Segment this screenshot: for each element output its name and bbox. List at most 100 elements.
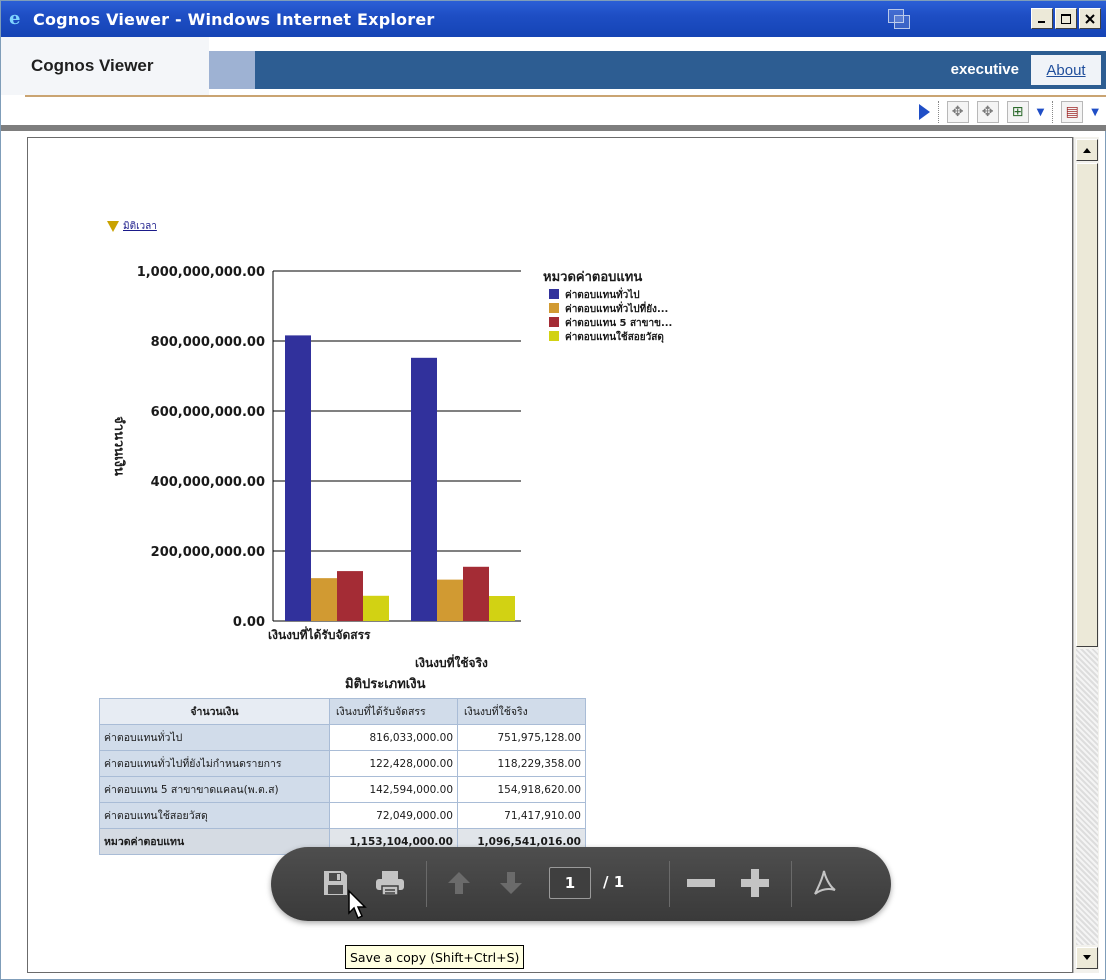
report-toolbar: ✥ ✥ ⊞ ▼ ▤ ▼	[1, 97, 1106, 131]
report-filter: มิติเวลา	[107, 219, 157, 234]
x-category-label: เงินงบที่ได้รับจัดสรร	[268, 626, 371, 642]
close-icon	[1085, 13, 1095, 24]
mouse-cursor-icon	[348, 889, 367, 920]
legend-swatch	[549, 289, 559, 299]
plus-icon	[741, 869, 769, 897]
chart-bar	[363, 595, 389, 621]
chart-bar	[311, 578, 337, 621]
page-number-input[interactable]: 1	[549, 867, 591, 899]
table-header-row: จำนวนเงิน เงินงบที่ได้รับจัดสรร เงินงบที…	[99, 698, 586, 725]
print-button[interactable]	[369, 867, 411, 899]
app-title: Cognos Viewer	[1, 37, 209, 95]
table-cell: 751,975,128.00	[457, 724, 586, 751]
scrollbar-thumb[interactable]	[1076, 163, 1098, 647]
row-header[interactable]: ค่าตอบแทนทั่วไป	[99, 724, 330, 751]
save-tooltip: Save a copy (Shift+Ctrl+S)	[345, 945, 525, 969]
save-icon	[324, 871, 347, 895]
viewer-margin	[1, 137, 27, 973]
drill-down-icon[interactable]: ✥	[946, 101, 969, 123]
vertical-scrollbar[interactable]	[1073, 137, 1099, 973]
zoom-out-button[interactable]	[683, 867, 719, 899]
legend-label: ค่าตอบแทน 5 สาขาข...	[565, 317, 672, 329]
table-row: ค่าตอบแทน 5 สาขาขาดแคลน(พ.ต.ส) 142,594,0…	[99, 776, 586, 803]
crosstab-table: จำนวนเงิน เงินงบที่ได้รับจัดสรร เงินงบที…	[99, 698, 586, 855]
legend-title: หมวดค่าตอบแทน	[543, 270, 642, 285]
previous-page-button[interactable]	[441, 867, 477, 899]
table-cell: 71,417,910.00	[457, 802, 586, 829]
next-page-button[interactable]	[493, 867, 529, 899]
window-controls	[1031, 8, 1101, 29]
y-tick-label: 400,000,000.00	[151, 475, 265, 490]
y-axis-title: จำนวนเงิน	[111, 416, 127, 476]
view-dropdown-icon[interactable]: ▼	[1091, 107, 1099, 118]
page-count: / 1	[603, 873, 625, 891]
table-cell: 72,049,000.00	[329, 802, 458, 829]
column-header[interactable]: เงินงบที่ได้รับจัดสรร	[329, 698, 458, 725]
table-cell: 122,428,000.00	[329, 750, 458, 777]
table-row: ค่าตอบแทนทั่วไปที่ยังไม่กำหนดรายการ 122,…	[99, 750, 586, 777]
maximize-button[interactable]	[1055, 8, 1077, 29]
chart-bar	[463, 566, 489, 621]
app-header: Cognos Viewer executive About	[1, 37, 1106, 98]
legend-label: ค่าตอบแทนทั่วไปที่ยัง...	[565, 301, 668, 315]
table-cell: 142,594,000.00	[329, 776, 458, 803]
go-to-dropdown-icon[interactable]: ▼	[1037, 107, 1045, 118]
drill-up-icon[interactable]: ✥	[976, 101, 999, 123]
table-cell: 816,033,000.00	[329, 724, 458, 751]
adobe-acrobat-icon	[814, 870, 836, 895]
go-to-icon[interactable]: ⊞	[1006, 101, 1029, 123]
internet-explorer-icon: e	[9, 8, 21, 29]
scroll-down-button[interactable]	[1076, 947, 1098, 969]
pager-divider	[669, 861, 670, 907]
legend-swatch	[549, 303, 559, 313]
chart-bar	[411, 357, 437, 621]
view-icon[interactable]: ▤	[1061, 101, 1084, 123]
y-tick-label: 800,000,000.00	[151, 335, 265, 350]
scroll-up-button[interactable]	[1076, 139, 1098, 161]
run-icon[interactable]	[918, 104, 930, 120]
filter-icon	[107, 221, 119, 232]
row-header[interactable]: ค่าตอบแทนใช้สอยวัสดุ	[99, 802, 330, 829]
minimize-icon	[1038, 20, 1045, 23]
header-divider	[209, 51, 255, 89]
legend-swatch	[549, 317, 559, 327]
y-tick-label: 0.00	[233, 615, 265, 630]
legend-label: ค่าตอบแทนทั่วไป	[565, 287, 640, 301]
table-cell: 118,229,358.00	[457, 750, 586, 777]
arrow-up-icon	[1083, 148, 1091, 153]
column-header[interactable]: เงินงบที่ใช้จริง	[457, 698, 586, 725]
open-in-acrobat-button[interactable]	[805, 867, 843, 899]
arrow-down-icon	[500, 872, 522, 894]
minimize-button[interactable]	[1031, 8, 1053, 29]
window-title: Cognos Viewer - Windows Internet Explore…	[33, 9, 435, 29]
user-name: executive	[950, 61, 1019, 78]
chart-bar	[337, 571, 363, 621]
arrow-down-icon	[1083, 955, 1091, 960]
print-icon	[376, 871, 404, 896]
crosstab-corner: จำนวนเงิน	[99, 698, 330, 725]
filter-link[interactable]: มิติเวลา	[123, 219, 157, 234]
close-button[interactable]	[1079, 8, 1101, 29]
y-tick-label: 200,000,000.00	[151, 545, 265, 560]
row-header[interactable]: ค่าตอบแทนทั่วไปที่ยังไม่กำหนดรายการ	[99, 750, 330, 777]
y-tick-label: 600,000,000.00	[151, 405, 265, 420]
bar-chart: 1,000,000,000.00 800,000,000.00 600,000,00…	[111, 265, 672, 692]
zoom-in-button[interactable]	[737, 867, 773, 899]
minus-icon	[687, 879, 715, 887]
row-header[interactable]: ค่าตอบแทน 5 สาขาขาดแคลน(พ.ต.ส)	[99, 776, 330, 803]
chart-bar	[285, 335, 311, 621]
legend-label: ค่าตอบแทนใช้สอยวัสดุ	[565, 330, 664, 343]
x-category-label: เงินงบที่ใช้จริง	[415, 654, 488, 670]
scrollbar-track[interactable]	[1076, 649, 1098, 945]
chart-bar	[489, 596, 515, 621]
pager-divider	[426, 861, 427, 907]
legend-swatch	[549, 331, 559, 341]
cascade-windows-icon[interactable]	[886, 7, 914, 33]
title-bar: e Cognos Viewer - Windows Internet Explo…	[1, 1, 1106, 37]
toolbar-items: ✥ ✥ ⊞ ▼ ▤ ▼	[918, 101, 1099, 123]
table-cell: 154,918,620.00	[457, 776, 586, 803]
toolbar-separator	[937, 101, 939, 123]
about-link[interactable]: About	[1031, 55, 1101, 85]
table-row: ค่าตอบแทนใช้สอยวัสดุ 72,049,000.00 71,41…	[99, 802, 586, 829]
maximize-icon	[1061, 13, 1071, 24]
